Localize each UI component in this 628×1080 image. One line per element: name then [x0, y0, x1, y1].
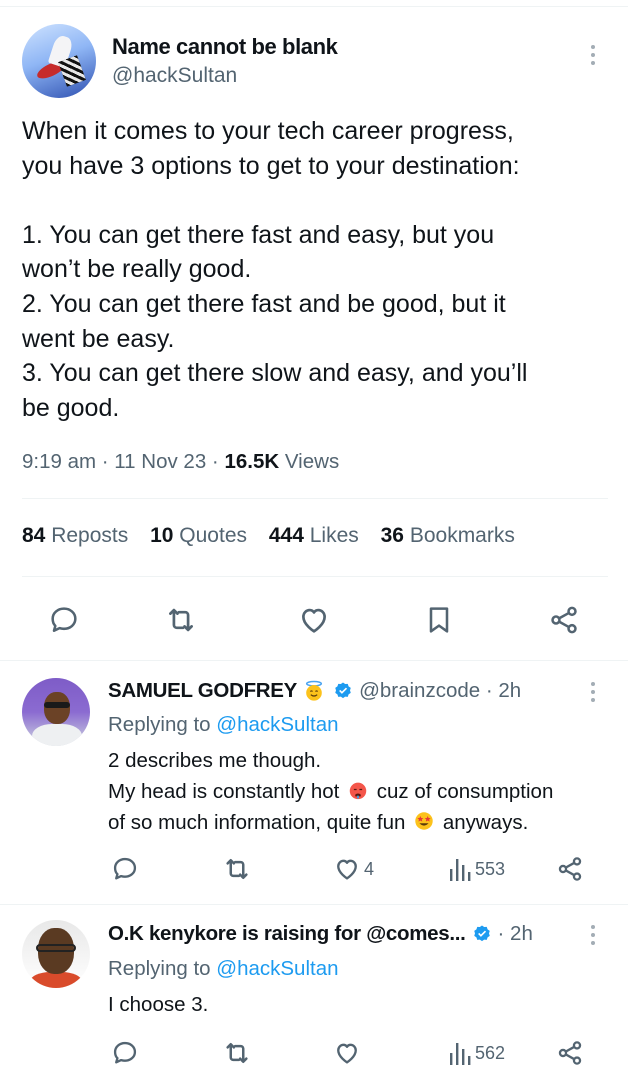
like-icon: [337, 859, 357, 880]
tweet-line: won’t be really good.: [22, 255, 252, 284]
reply-text: 2 describes me though. My head is consta…: [108, 745, 553, 838]
tweet-line: you have 3 options to get to your destin…: [22, 151, 520, 180]
repost-icon[interactable]: [222, 854, 252, 884]
more-options-icon[interactable]: [586, 42, 600, 68]
replying-to: Replying to @hackSultan: [108, 957, 339, 980]
tweet-text: When it comes to your tech career progre…: [22, 114, 612, 425]
reply-header: SAMUEL GODFREY @brainzcode · 2h: [108, 679, 521, 703]
views-count: 562: [475, 1042, 506, 1063]
divider: [22, 576, 608, 577]
star-struck-icon: [415, 812, 433, 830]
tweet-line: When it comes to your tech career progre…: [22, 117, 514, 145]
views-button[interactable]: 553: [448, 855, 505, 883]
tweet-line: 3. You can get there slow and easy, and …: [22, 359, 528, 388]
reply-line: 2 describes me though.: [108, 749, 322, 772]
tweet-date[interactable]: 11 Nov 23: [114, 450, 206, 473]
avatar[interactable]: [22, 678, 90, 746]
divider: [22, 498, 608, 499]
repost-icon[interactable]: [164, 603, 198, 637]
likes-stat[interactable]: 444 Likes: [269, 524, 359, 547]
avatar[interactable]: [22, 24, 96, 98]
reply-handle-time[interactable]: @brainzcode · 2h: [359, 679, 521, 703]
verified-badge-icon: [473, 925, 490, 942]
reply-icon[interactable]: [111, 1039, 139, 1067]
more-options-icon[interactable]: [586, 922, 600, 948]
views-count: 553: [475, 858, 506, 879]
replying-to: Replying to @hackSultan: [108, 713, 339, 736]
tweet-line: [22, 183, 612, 218]
repost-icon[interactable]: [222, 1038, 252, 1068]
like-count: 4: [364, 858, 375, 879]
bookmarks-stat[interactable]: 36 Bookmarks: [381, 524, 515, 547]
reply-line: I choose 3.: [108, 993, 209, 1016]
reply-icon[interactable]: [111, 855, 139, 883]
like-button[interactable]: [333, 1039, 364, 1067]
tweet-meta: 9:19 am · 11 Nov 23 · 16.5K Views: [22, 450, 340, 473]
share-icon[interactable]: [556, 1039, 584, 1067]
reply-display-name[interactable]: O.K kenykore is raising for @comes...: [108, 922, 466, 946]
reply-header: O.K kenykore is raising for @comes... · …: [108, 922, 533, 946]
avatar[interactable]: [22, 920, 90, 988]
share-icon[interactable]: [547, 603, 581, 637]
like-icon[interactable]: [297, 603, 331, 637]
author-display-name[interactable]: Name cannot be blank: [112, 34, 338, 60]
views-count: 16.5K: [224, 450, 280, 473]
more-options-icon[interactable]: [586, 679, 600, 705]
like-button[interactable]: 4: [333, 855, 374, 883]
engagement-stats: 84 Reposts 10 Quotes 444 Likes 36 Bookma…: [22, 524, 531, 548]
reply-display-name[interactable]: SAMUEL GODFREY: [108, 679, 297, 703]
reply-icon[interactable]: [47, 603, 81, 637]
reply-handle-time[interactable]: · 2h: [498, 922, 533, 946]
main-tweet: Name cannot be blank @hackSultan When it…: [0, 0, 628, 660]
tweet-time[interactable]: 9:19 am: [22, 450, 96, 473]
quotes-stat[interactable]: 10 Quotes: [150, 524, 247, 547]
replying-to-link[interactable]: @hackSultan: [216, 713, 338, 736]
tweet-line: went be easy.: [22, 324, 175, 353]
reply-line: My head is constantly hot cuz of consump…: [108, 780, 554, 803]
views-label: Views: [284, 450, 340, 473]
reposts-stat[interactable]: 84 Reposts: [22, 524, 128, 547]
tweet-line: be good.: [22, 393, 120, 422]
like-icon: [337, 1043, 357, 1064]
divider: [0, 904, 628, 905]
author-handle[interactable]: @hackSultan: [112, 64, 237, 88]
views-button[interactable]: 562: [448, 1039, 505, 1067]
verified-badge-icon: [335, 682, 351, 699]
tweet-line: 2. You can get there fast and be good, b…: [22, 289, 506, 318]
views-icon: [450, 859, 471, 881]
hot-face-icon: [349, 782, 367, 800]
tweet-line: 1. You can get there fast and easy, but …: [22, 220, 495, 249]
smiling-face-with-halo-icon: [305, 680, 323, 701]
reply-text: I choose 3.: [108, 989, 208, 1020]
views-icon: [450, 1043, 471, 1065]
share-icon[interactable]: [556, 855, 584, 883]
bookmark-icon[interactable]: [422, 603, 456, 637]
divider: [0, 660, 628, 661]
replying-to-link[interactable]: @hackSultan: [216, 957, 338, 980]
reply-line: of so much information, quite fun anyway…: [108, 811, 529, 834]
